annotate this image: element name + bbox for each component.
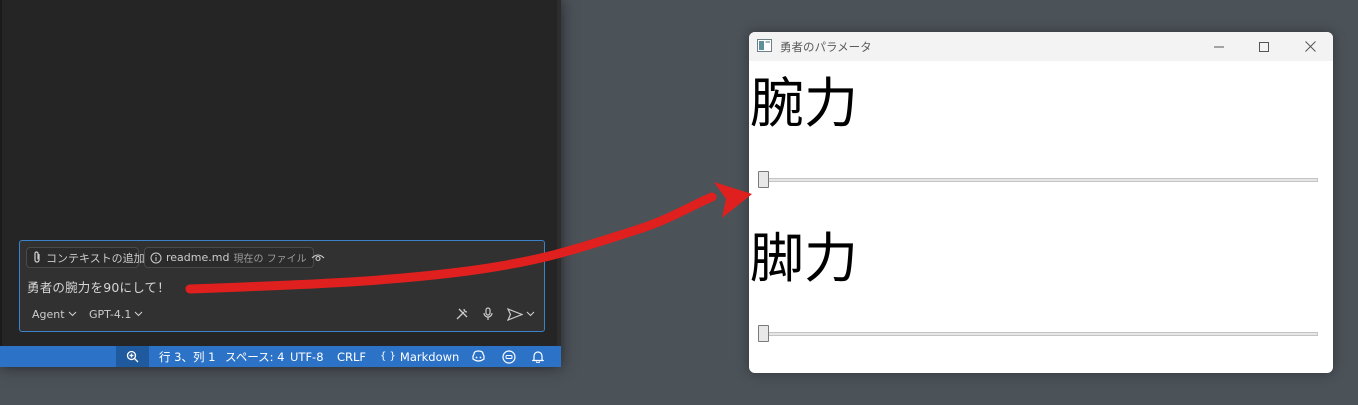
- annotation-arrow-stroke: [185, 192, 717, 294]
- annotation-arrow: [185, 182, 752, 294]
- annotation-arrow-head: [714, 182, 752, 218]
